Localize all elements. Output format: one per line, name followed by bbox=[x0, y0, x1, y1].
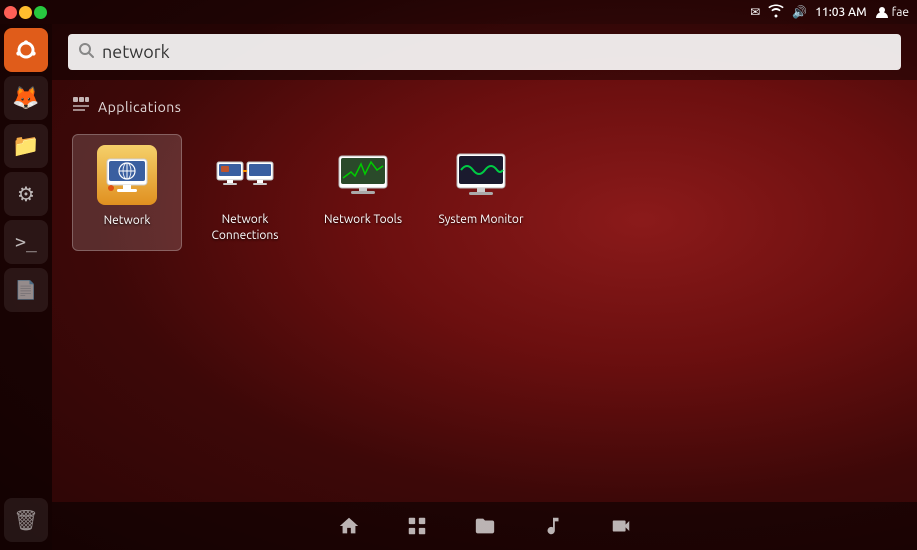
search-area bbox=[52, 24, 917, 80]
trash-icon: 🗑 bbox=[13, 508, 38, 532]
texteditor-icon: 📄 bbox=[15, 280, 37, 301]
files-icon: 📁 bbox=[12, 133, 39, 159]
network-connections-icon-wrap bbox=[213, 142, 277, 206]
bottom-btn-video[interactable] bbox=[603, 508, 639, 544]
network-connections-app-icon bbox=[215, 144, 275, 204]
bottom-btn-music[interactable] bbox=[535, 508, 571, 544]
top-bar-right: ✉ 🔊 11:03 AM fae bbox=[750, 4, 909, 21]
search-input[interactable] bbox=[102, 42, 891, 62]
bottom-btn-files[interactable] bbox=[467, 508, 503, 544]
app-label-network: Network bbox=[104, 213, 151, 229]
network-icon-wrap bbox=[95, 143, 159, 207]
app-item-system-monitor[interactable]: System Monitor bbox=[426, 134, 536, 251]
app-label-system-monitor: System Monitor bbox=[438, 212, 523, 228]
search-box bbox=[68, 34, 901, 70]
email-icon[interactable]: ✉ bbox=[750, 5, 760, 19]
close-button[interactable] bbox=[4, 6, 17, 19]
launcher-item-terminal[interactable]: >_ bbox=[4, 220, 48, 264]
settings-icon: ⚙ bbox=[17, 182, 35, 206]
network-app-icon bbox=[97, 145, 157, 205]
launcher-item-settings[interactable]: ⚙ bbox=[4, 172, 48, 216]
bottom-bar bbox=[52, 502, 917, 550]
section-title: Applications bbox=[98, 99, 181, 115]
app-label-network-connections: Network Connections bbox=[198, 212, 292, 243]
system-monitor-app-icon bbox=[451, 144, 511, 204]
launcher: 🦊 📁 ⚙ >_ 📄 🗑 bbox=[0, 24, 52, 550]
network-tools-app-icon bbox=[333, 144, 393, 204]
network-tools-icon-wrap bbox=[331, 142, 395, 206]
app-label-network-tools: Network Tools bbox=[324, 212, 402, 228]
section-header: Applications bbox=[72, 96, 897, 118]
time-display: 11:03 AM bbox=[815, 6, 866, 19]
main-content: Applications bbox=[52, 80, 917, 502]
firefox-icon: 🦊 bbox=[12, 85, 39, 111]
system-monitor-icon-wrap bbox=[449, 142, 513, 206]
launcher-item-firefox[interactable]: 🦊 bbox=[4, 76, 48, 120]
top-bar: ✉ 🔊 11:03 AM fae bbox=[0, 0, 917, 24]
maximize-button[interactable] bbox=[34, 6, 47, 19]
window-controls bbox=[0, 6, 47, 19]
launcher-item-trash[interactable]: 🗑 bbox=[4, 498, 48, 542]
app-item-network[interactable]: Network bbox=[72, 134, 182, 251]
launcher-item-files[interactable]: 📁 bbox=[4, 124, 48, 168]
user-display[interactable]: fae bbox=[875, 5, 909, 19]
wifi-icon[interactable] bbox=[768, 4, 784, 21]
terminal-icon: >_ bbox=[15, 232, 37, 253]
minimize-button[interactable] bbox=[19, 6, 32, 19]
app-grid: Network bbox=[72, 134, 897, 251]
launcher-item-texteditor[interactable]: 📄 bbox=[4, 268, 48, 312]
app-item-network-connections[interactable]: Network Connections bbox=[190, 134, 300, 251]
bottom-btn-home[interactable] bbox=[331, 508, 367, 544]
applications-icon bbox=[72, 96, 90, 118]
volume-icon[interactable]: 🔊 bbox=[792, 5, 807, 19]
app-item-network-tools[interactable]: Network Tools bbox=[308, 134, 418, 251]
search-icon bbox=[78, 42, 94, 62]
launcher-item-dash[interactable] bbox=[4, 28, 48, 72]
bottom-btn-apps[interactable] bbox=[399, 508, 435, 544]
